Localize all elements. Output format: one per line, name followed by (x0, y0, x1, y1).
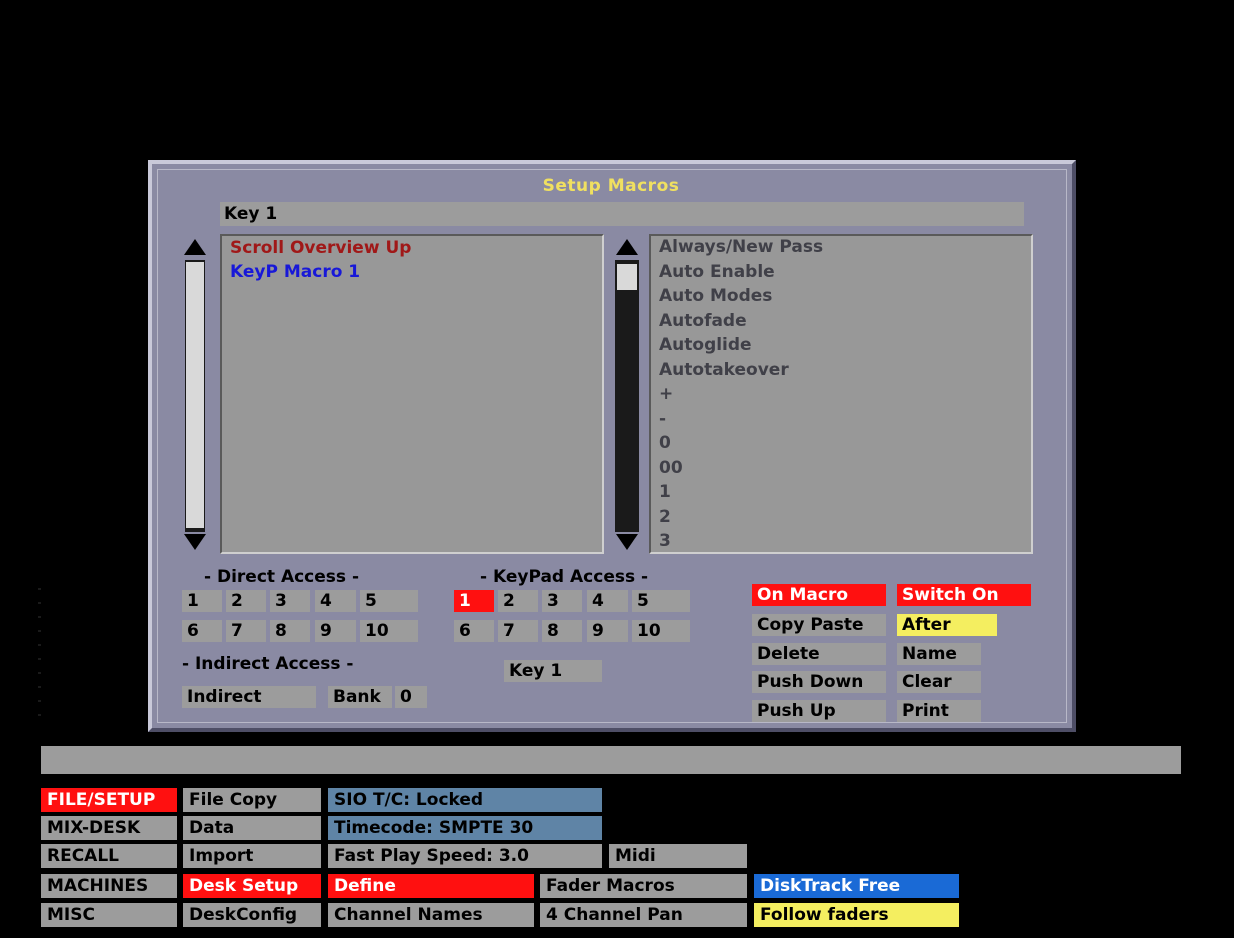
command-list-item[interactable]: Always/New Pass (659, 235, 823, 260)
command-list-item[interactable]: + (659, 382, 673, 407)
keypad-key-field[interactable]: Key 1 (504, 660, 602, 682)
keypad-key-10[interactable]: 10 (632, 620, 690, 642)
bank-value-field[interactable]: 0 (395, 686, 427, 708)
direct-key-10[interactable]: 10 (360, 620, 418, 642)
command-list-item[interactable]: 0 (659, 431, 671, 456)
menu-import[interactable]: Import (183, 844, 321, 868)
direct-key-8[interactable]: 8 (270, 620, 310, 642)
direct-key-6[interactable]: 6 (182, 620, 222, 642)
indirect-button[interactable]: Indirect (182, 686, 316, 708)
menu-deskconfig[interactable]: DeskConfig (183, 903, 321, 927)
switch-on-button[interactable]: Switch On (897, 584, 1031, 606)
delete-button[interactable]: Delete (752, 643, 886, 665)
menu-fader-macros[interactable]: Fader Macros (540, 874, 747, 898)
keypad-key-9[interactable]: 9 (587, 620, 628, 642)
dialog-title: Setup Macros (542, 176, 680, 196)
scroll-up-arrow-icon[interactable] (616, 239, 638, 255)
keypad-access-label: - KeyPad Access - (480, 567, 649, 587)
after-button[interactable]: After (897, 614, 997, 636)
bank-label: Bank (328, 686, 392, 708)
keypad-key-5[interactable]: 5 (632, 590, 690, 612)
scroll-thumb[interactable] (186, 262, 204, 528)
command-list-item[interactable]: 3 (659, 529, 671, 554)
scroll-thumb[interactable] (617, 264, 637, 290)
command-list-item[interactable]: - (659, 407, 666, 432)
menu-channel-names[interactable]: Channel Names (328, 903, 534, 927)
sio-tc-status: SIO T/C: Locked (328, 788, 602, 812)
command-list-item[interactable]: Autotakeover (659, 358, 789, 383)
keypad-key-2[interactable]: 2 (498, 590, 538, 612)
macro-list-scrollbar[interactable] (182, 236, 208, 552)
direct-key-5[interactable]: 5 (360, 590, 418, 612)
direct-access-label: - Direct Access - (204, 567, 360, 587)
scroll-track[interactable] (615, 260, 639, 532)
edge-dots (38, 588, 41, 718)
menu-file-copy[interactable]: File Copy (183, 788, 321, 812)
direct-key-2[interactable]: 2 (226, 590, 266, 612)
direct-key-7[interactable]: 7 (226, 620, 266, 642)
scroll-down-arrow-icon[interactable] (616, 534, 638, 550)
macro-list-item-0[interactable]: Scroll Overview Up (230, 236, 411, 261)
direct-key-4[interactable]: 4 (315, 590, 356, 612)
direct-key-9[interactable]: 9 (315, 620, 356, 642)
menu-recall[interactable]: RECALL (41, 844, 177, 868)
macro-key-field[interactable]: Key 1 (220, 202, 1024, 226)
keypad-key-6[interactable]: 6 (454, 620, 494, 642)
menu-machines[interactable]: MACHINES (41, 874, 177, 898)
name-button[interactable]: Name (897, 643, 981, 665)
keypad-key-8[interactable]: 8 (542, 620, 582, 642)
menu-desk-setup[interactable]: Desk Setup (183, 874, 321, 898)
command-list-item[interactable]: Auto Modes (659, 284, 772, 309)
clear-button[interactable]: Clear (897, 671, 981, 693)
scroll-track[interactable] (185, 260, 205, 532)
keypad-key-7[interactable]: 7 (498, 620, 538, 642)
macro-list-item-1[interactable]: KeyP Macro 1 (230, 260, 360, 285)
command-list-item[interactable]: Autofade (659, 309, 747, 334)
on-macro-button[interactable]: On Macro (752, 584, 886, 606)
keypad-key-1[interactable]: 1 (454, 590, 494, 612)
command-list-item[interactable]: 1 (659, 480, 671, 505)
command-list-item[interactable]: Autoglide (659, 333, 752, 358)
timecode-status: Timecode: SMPTE 30 (328, 816, 602, 840)
menu-follow-faders[interactable]: Follow faders (754, 903, 959, 927)
copy-paste-button[interactable]: Copy Paste (752, 614, 886, 636)
print-button[interactable]: Print (897, 700, 981, 722)
menu-data[interactable]: Data (183, 816, 321, 840)
macro-list[interactable]: Scroll Overview Up KeyP Macro 1 (220, 234, 604, 554)
scroll-down-arrow-icon[interactable] (184, 534, 206, 550)
menu-file-setup[interactable]: FILE/SETUP (41, 788, 177, 812)
push-down-button[interactable]: Push Down (752, 671, 886, 693)
menu-mix-desk[interactable]: MIX-DESK (41, 816, 177, 840)
scroll-up-arrow-icon[interactable] (184, 239, 206, 255)
indirect-access-label: - Indirect Access - (182, 654, 354, 674)
push-up-button[interactable]: Push Up (752, 700, 886, 722)
menu-4-channel-pan[interactable]: 4 Channel Pan (540, 903, 747, 927)
command-list[interactable]: Always/New Pass Auto Enable Auto Modes Auto… (649, 234, 1033, 554)
fast-play-speed[interactable]: Fast Play Speed: 3.0 (328, 844, 602, 868)
command-list-item[interactable]: 2 (659, 505, 671, 530)
disktrack-free-status: DiskTrack Free (754, 874, 959, 898)
menu-define[interactable]: Define (328, 874, 534, 898)
command-list-item[interactable]: 00 (659, 456, 683, 481)
keypad-key-3[interactable]: 3 (542, 590, 582, 612)
direct-key-3[interactable]: 3 (270, 590, 310, 612)
command-list-scrollbar[interactable] (612, 236, 642, 552)
menu-midi[interactable]: Midi (609, 844, 747, 868)
setup-macros-dialog: Setup Macros Key 1 Scroll Overview Up Ke… (148, 160, 1076, 732)
command-list-item[interactable]: Auto Enable (659, 260, 775, 285)
keypad-key-4[interactable]: 4 (587, 590, 628, 612)
status-bar (41, 746, 1181, 774)
menu-misc[interactable]: MISC (41, 903, 177, 927)
direct-key-1[interactable]: 1 (182, 590, 222, 612)
